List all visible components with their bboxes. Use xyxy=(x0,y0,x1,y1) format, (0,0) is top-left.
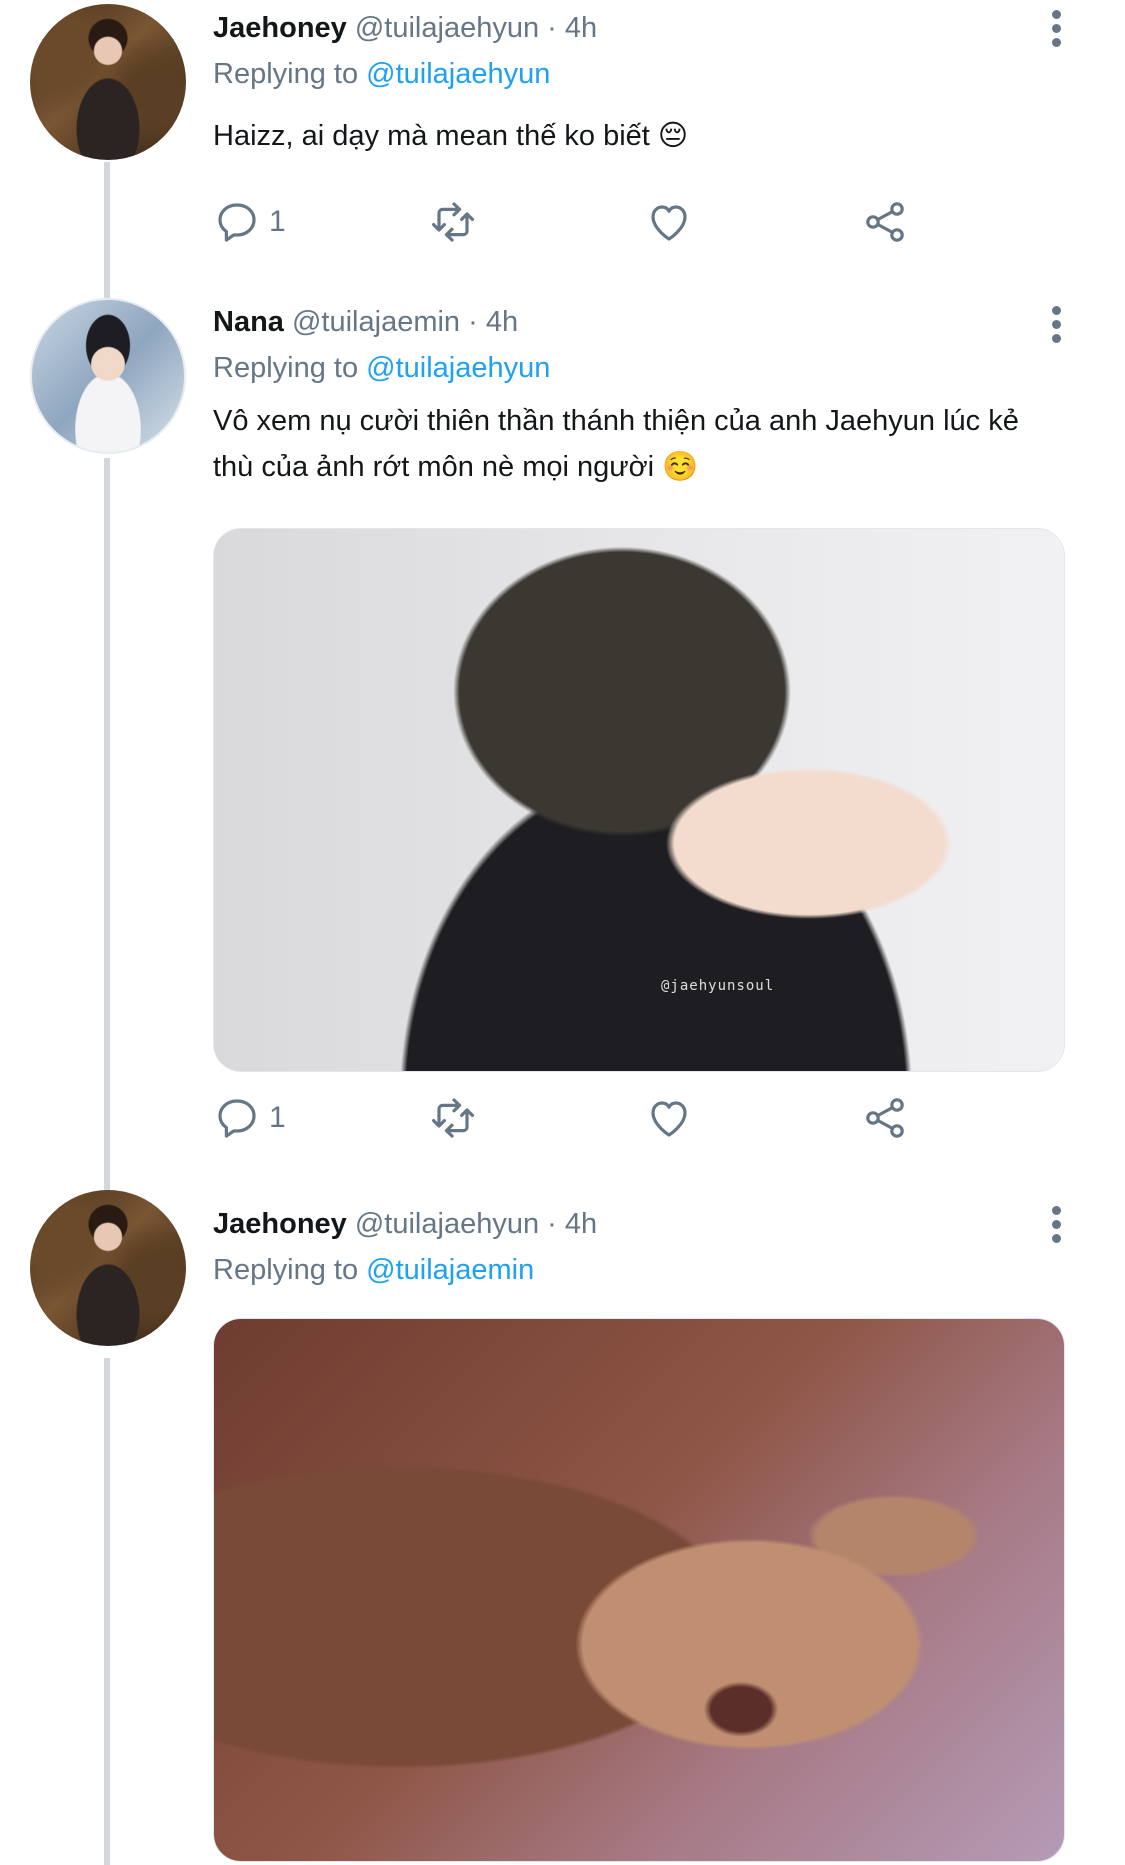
separator: · xyxy=(547,1208,557,1240)
more-options-icon[interactable] xyxy=(1044,1206,1068,1250)
more-options-icon[interactable] xyxy=(1044,10,1068,54)
separator: · xyxy=(547,12,557,44)
heart-icon xyxy=(651,1101,687,1137)
more-options-icon[interactable] xyxy=(1044,306,1068,350)
avatar[interactable] xyxy=(30,1190,186,1346)
replying-label: Replying to xyxy=(213,58,359,90)
mention-link[interactable]: @tuilajaehyun xyxy=(366,58,550,90)
separator: · xyxy=(468,306,478,338)
tweet[interactable]: Jaehoney @tuilajaehyun · 4h Replying to … xyxy=(0,1190,1125,1865)
heart-icon xyxy=(651,205,687,241)
reply-button[interactable]: 1 xyxy=(213,196,286,248)
tweet-text: Haizz, ai dạy mà mean thế ko biết 😔 xyxy=(213,120,689,152)
replying-label: Replying to xyxy=(213,352,359,384)
display-name[interactable]: Nana xyxy=(213,306,284,338)
avatar[interactable] xyxy=(30,4,186,160)
share-icon xyxy=(866,1098,904,1138)
share-button[interactable] xyxy=(861,1092,909,1144)
photo-watermark: @jaehyunsoul xyxy=(661,978,775,994)
reply-button[interactable]: 1 xyxy=(213,1092,286,1144)
tweet-photo[interactable] xyxy=(213,1318,1065,1862)
reply-icon xyxy=(218,1099,256,1138)
replying-to: Replying to @tuilajaehyun xyxy=(213,350,550,386)
display-name[interactable]: Jaehoney xyxy=(213,1208,347,1240)
retweet-icon xyxy=(432,202,474,242)
username[interactable]: @tuilajaemin xyxy=(292,306,460,338)
timestamp[interactable]: 4h xyxy=(486,306,518,338)
tweet-header: Jaehoney @tuilajaehyun · 4h xyxy=(213,10,597,46)
tweet-actions: 1 xyxy=(213,196,933,248)
retweet-button[interactable] xyxy=(429,1092,477,1144)
replying-label: Replying to xyxy=(213,1254,359,1286)
username[interactable]: @tuilajaehyun xyxy=(355,12,539,44)
reply-count: 1 xyxy=(269,1101,286,1134)
display-name[interactable]: Jaehoney xyxy=(213,12,347,44)
timestamp[interactable]: 4h xyxy=(565,12,597,44)
reply-count: 1 xyxy=(269,205,286,238)
tweet-header: Nana @tuilajaemin · 4h xyxy=(213,304,518,340)
replying-to: Replying to @tuilajaehyun xyxy=(213,56,550,92)
tweet-header: Jaehoney @tuilajaehyun · 4h xyxy=(213,1206,597,1242)
mention-link[interactable]: @tuilajaemin xyxy=(366,1254,534,1286)
like-button[interactable] xyxy=(645,196,693,248)
tweet-text: Vô xem nụ cười thiên thần thánh thiện củ… xyxy=(213,405,1019,483)
username[interactable]: @tuilajaehyun xyxy=(355,1208,539,1240)
retweet-button[interactable] xyxy=(429,196,477,248)
replying-to: Replying to @tuilajaemin xyxy=(213,1252,534,1288)
timestamp[interactable]: 4h xyxy=(565,1208,597,1240)
tweet-photo[interactable]: @jaehyunsoul xyxy=(213,528,1065,1072)
avatar[interactable] xyxy=(30,298,186,454)
reply-icon xyxy=(218,203,256,242)
share-icon xyxy=(866,202,904,242)
tweet[interactable]: Jaehoney @tuilajaehyun · 4h Replying to … xyxy=(0,0,1125,290)
share-button[interactable] xyxy=(861,196,909,248)
like-button[interactable] xyxy=(645,1092,693,1144)
tweet[interactable]: Nana @tuilajaemin · 4h Replying to @tuil… xyxy=(0,290,1125,1190)
tweet-actions: 1 xyxy=(213,1092,933,1144)
mention-link[interactable]: @tuilajaehyun xyxy=(366,352,550,384)
retweet-icon xyxy=(432,1098,474,1138)
